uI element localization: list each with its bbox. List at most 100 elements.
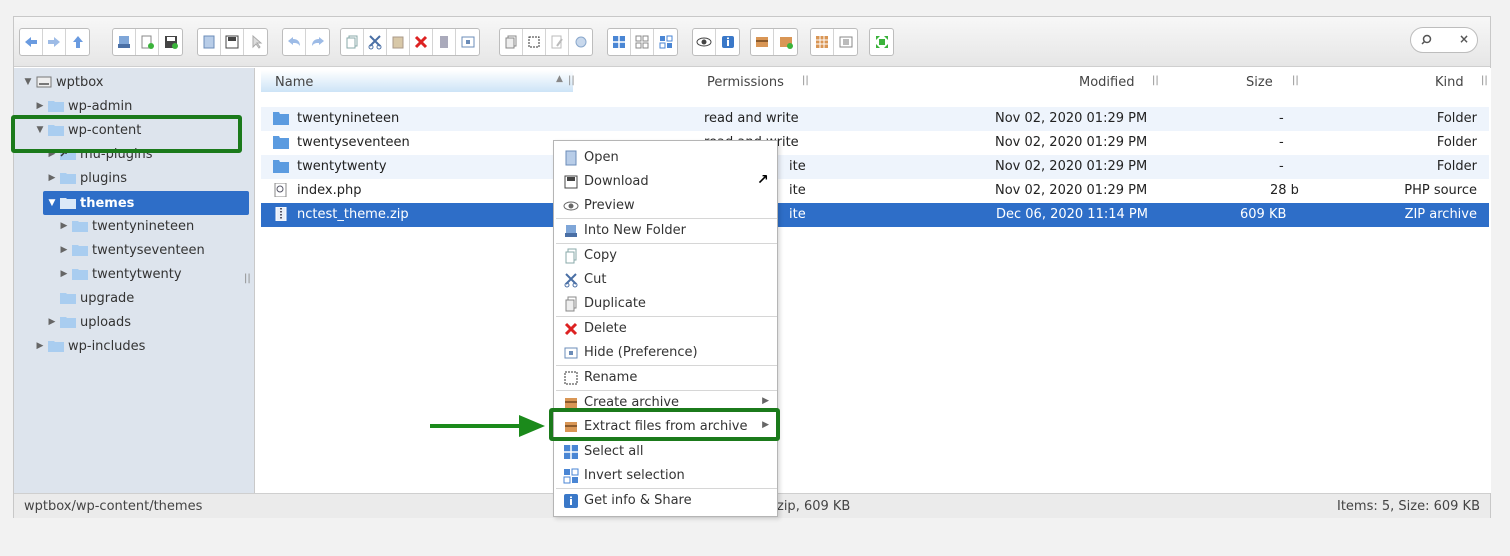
tree-item-twentyseventeen[interactable]: ▶ twentyseventeen <box>58 239 205 261</box>
fullscreen-button[interactable] <box>870 29 893 55</box>
column-resize-handle[interactable]: || <box>568 75 575 86</box>
file-row[interactable]: index.php ite Nov 02, 2020 01:29 PM 28 b… <box>261 179 1489 203</box>
rename-button[interactable] <box>523 29 546 55</box>
folder-icon <box>60 173 76 184</box>
paste-icon <box>392 36 404 49</box>
tree-item-twentytwenty[interactable]: ▶ twentytwenty <box>58 263 182 285</box>
redo-button[interactable] <box>306 29 329 55</box>
tree-item-wp-admin[interactable]: ▶ wp-admin <box>34 95 133 117</box>
delete-button[interactable] <box>410 29 433 55</box>
menu-item-hide[interactable]: Hide (Preference) <box>554 341 777 365</box>
select-button[interactable] <box>244 29 267 55</box>
save-button[interactable] <box>159 29 182 55</box>
file-row[interactable]: twentyseventeen read and write Nov 02, 2… <box>261 131 1489 155</box>
menu-item-open[interactable]: Open <box>554 146 777 170</box>
tree-item-uploads[interactable]: ▶ uploads <box>46 311 132 333</box>
tree-item-plugins[interactable]: ▶ plugins <box>46 167 127 189</box>
column-header-kind[interactable]: Kind <box>1435 72 1464 92</box>
info-button[interactable] <box>716 29 739 55</box>
selection-info: zip, 609 KB <box>777 499 851 514</box>
search-field[interactable]: × <box>1410 27 1478 53</box>
extract-button[interactable] <box>774 29 797 55</box>
menu-item-invert-selection[interactable]: Invert selection <box>554 464 777 488</box>
undo-button[interactable] <box>283 29 306 55</box>
up-button[interactable] <box>66 29 89 55</box>
tree-root[interactable]: ▼ wptbox <box>22 71 104 93</box>
info-box-button[interactable] <box>456 29 479 55</box>
search-clear-button[interactable]: × <box>1459 32 1469 46</box>
column-header-permissions[interactable]: Permissions <box>707 72 784 92</box>
expand-arrow-icon[interactable]: ▶ <box>46 317 58 327</box>
cut-icon <box>564 273 578 288</box>
folder-icon <box>48 341 64 352</box>
menu-item-get-info[interactable]: Get info & Share <box>554 489 777 513</box>
column-header-label: Modified <box>1079 74 1135 90</box>
menu-item-preview[interactable]: Preview <box>554 194 777 218</box>
zip-file-icon <box>275 207 287 221</box>
copy-button[interactable] <box>341 29 364 55</box>
menu-item-duplicate[interactable]: Duplicate <box>554 292 777 316</box>
resize-button[interactable] <box>569 29 592 55</box>
menu-item-label: Delete <box>584 321 627 336</box>
column-resize-handle[interactable]: || <box>1481 75 1488 86</box>
expand-arrow-icon[interactable]: ▼ <box>22 77 34 87</box>
column-header-modified[interactable]: Modified <box>1079 72 1134 92</box>
view-list-button[interactable] <box>654 29 677 55</box>
file-row[interactable]: twentytwenty ite Nov 02, 2020 01:29 PM -… <box>261 155 1489 179</box>
paste-button[interactable] <box>387 29 410 55</box>
new-file-button[interactable] <box>136 29 159 55</box>
expand-arrow-icon[interactable]: ▶ <box>58 245 70 255</box>
tree-item-label: wp-includes <box>68 338 146 354</box>
back-button[interactable] <box>20 29 43 55</box>
menu-item-rename[interactable]: Rename <box>554 366 777 390</box>
hide-button[interactable] <box>433 29 456 55</box>
menu-item-delete[interactable]: Delete <box>554 317 777 341</box>
column-header-name[interactable]: Name <box>275 72 313 92</box>
preview-button[interactable] <box>693 29 716 55</box>
menu-item-cut[interactable]: Cut <box>554 268 777 292</box>
menu-item-copy[interactable]: Copy <box>554 244 777 268</box>
invert-button[interactable] <box>834 29 857 55</box>
column-header-size[interactable]: Size <box>1246 72 1273 92</box>
tree-item-twentynineteen[interactable]: ▶ twentynineteen <box>58 215 195 237</box>
rename-icon <box>528 36 540 48</box>
collapse-arrow-icon[interactable]: ▼ <box>46 198 58 208</box>
view-icons-button[interactable] <box>608 29 631 55</box>
file-row-selected[interactable]: nctest_theme.zip ite Dec 06, 2020 11:14 … <box>261 203 1489 227</box>
menu-item-label: Invert selection <box>584 468 685 483</box>
duplicate-button[interactable] <box>500 29 523 55</box>
expand-arrow-icon[interactable]: ▶ <box>34 101 46 111</box>
folder-icon <box>273 136 289 149</box>
mouse-cursor-icon: ↗ <box>757 172 769 188</box>
expand-arrow-icon[interactable]: ▶ <box>58 269 70 279</box>
edit-button[interactable] <box>546 29 569 55</box>
download-button[interactable] <box>221 29 244 55</box>
forward-button[interactable] <box>43 29 66 55</box>
expand-arrow-icon[interactable]: ▶ <box>46 173 58 183</box>
file-size: - <box>1279 135 1284 150</box>
select-all-button[interactable] <box>811 29 834 55</box>
menu-item-download[interactable]: Download <box>554 170 777 194</box>
open-button[interactable] <box>198 29 221 55</box>
expand-arrow-icon[interactable]: ▶ <box>58 221 70 231</box>
column-resize-handle[interactable]: || <box>1292 75 1299 86</box>
cut-button[interactable] <box>364 29 387 55</box>
view-small-button[interactable] <box>631 29 654 55</box>
menu-item-label: Duplicate <box>584 296 646 311</box>
archive-button[interactable] <box>751 29 774 55</box>
menu-item-select-all[interactable]: Select all <box>554 440 777 464</box>
reload-button[interactable] <box>113 29 136 55</box>
tree-item-themes[interactable]: ▼ themes <box>46 192 135 214</box>
tree-item-wp-includes[interactable]: ▶ wp-includes <box>34 335 146 357</box>
column-resize-handle[interactable]: || <box>1152 75 1159 86</box>
sidebar-resize-handle[interactable]: || <box>244 273 251 284</box>
file-row[interactable]: twentynineteen read and write Nov 02, 20… <box>261 107 1489 131</box>
column-resize-handle[interactable]: || <box>802 75 809 86</box>
menu-item-into-new-folder[interactable]: Into New Folder <box>554 219 777 243</box>
fullscreen-group <box>869 28 894 56</box>
file-size: 609 KB <box>1240 207 1287 222</box>
tree-item-label: themes <box>80 195 135 211</box>
tree-item-upgrade[interactable]: upgrade <box>46 287 134 309</box>
edit-icon <box>551 35 563 49</box>
expand-arrow-icon[interactable]: ▶ <box>34 341 46 351</box>
